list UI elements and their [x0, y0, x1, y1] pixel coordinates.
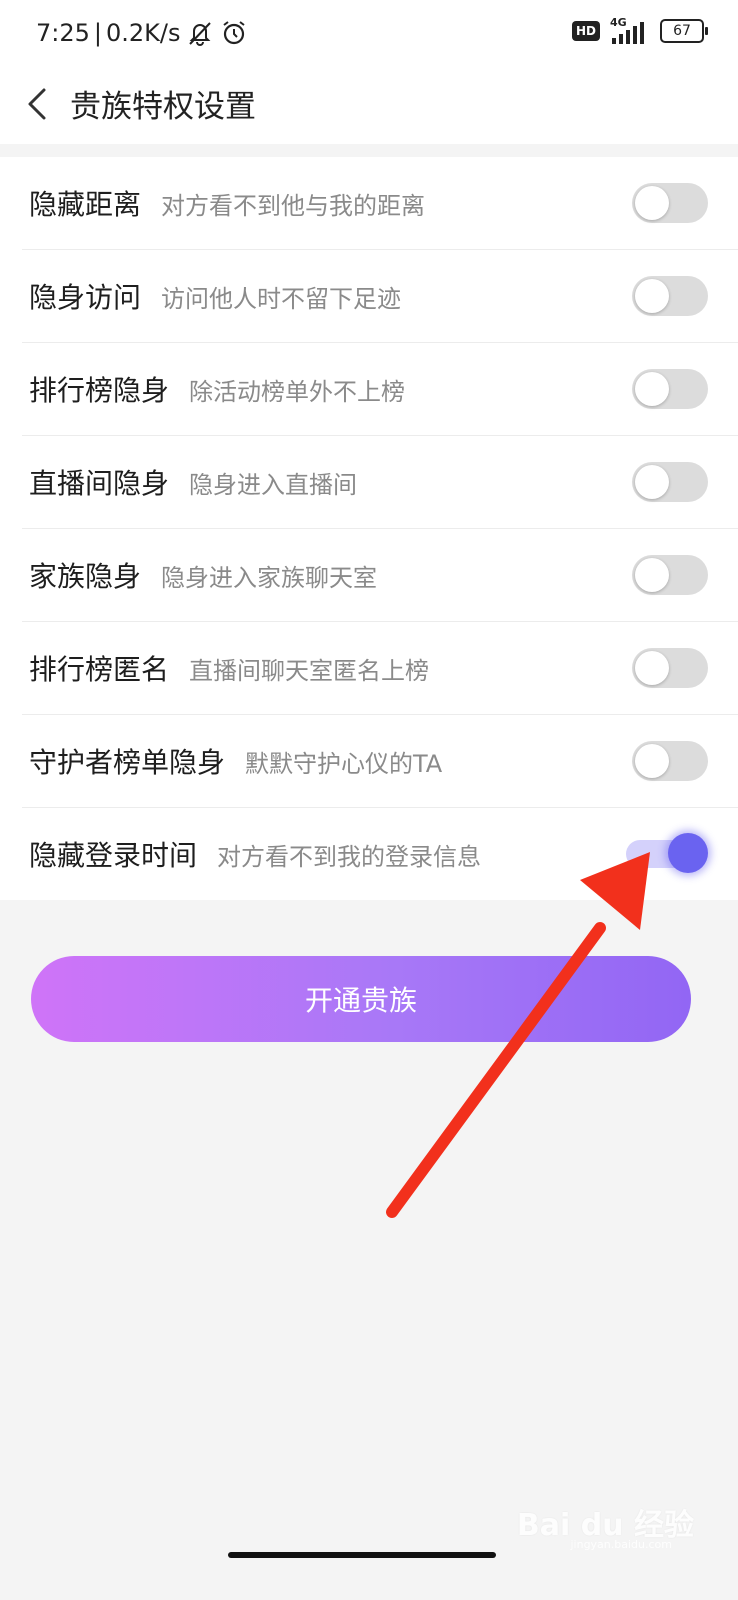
toggle-switch[interactable]: [632, 555, 708, 595]
setting-row: 守护者榜单隐身 默默守护心仪的TA: [22, 715, 738, 808]
setting-description: 直播间聊天室匿名上榜: [189, 656, 430, 685]
watermark-url: jingyan.baidu.com: [570, 1538, 672, 1551]
toggle-knob: [668, 833, 708, 873]
page-title: 贵族特权设置: [70, 89, 256, 125]
setting-description: 除活动榜单外不上榜: [189, 377, 406, 406]
toggle-knob: [635, 186, 669, 220]
chevron-left-icon[interactable]: [20, 82, 60, 126]
battery-icon: 67: [660, 19, 708, 43]
setting-row: 隐身访问 访问他人时不留下足迹: [22, 250, 738, 343]
toggle-knob: [635, 651, 669, 685]
toggle-switch[interactable]: [632, 276, 708, 316]
toggle-knob: [635, 744, 669, 778]
toggle-switch[interactable]: [632, 183, 708, 223]
status-separator: |: [93, 19, 102, 47]
setting-label: 守护者榜单隐身: [29, 746, 226, 779]
setting-label: 隐身访问: [29, 281, 142, 314]
setting-description: 默默守护心仪的TA: [245, 749, 443, 778]
setting-row: 家族隐身 隐身进入家族聊天室: [22, 529, 738, 622]
toggle-knob: [635, 279, 669, 313]
toggle-switch[interactable]: [632, 648, 708, 688]
setting-row: 排行榜匿名 直播间聊天室匿名上榜: [22, 622, 738, 715]
setting-row: 隐藏登录时间 对方看不到我的登录信息: [22, 808, 738, 900]
setting-description: 对方看不到我的登录信息: [217, 842, 482, 871]
signal-icon: 4G: [610, 16, 650, 44]
setting-row: 排行榜隐身 除活动榜单外不上榜: [22, 343, 738, 436]
status-right: HD 4G 67: [571, 16, 708, 44]
battery-level: 67: [673, 23, 691, 39]
toggle-switch[interactable]: [632, 741, 708, 781]
home-indicator[interactable]: [228, 1552, 496, 1558]
setting-row: 隐藏距离 对方看不到他与我的距离: [22, 157, 738, 250]
setting-description: 对方看不到他与我的距离: [161, 191, 426, 220]
alarm-icon: [222, 21, 245, 45]
status-time: 7:25: [36, 19, 90, 47]
setting-label: 排行榜隐身: [29, 374, 170, 407]
setting-label: 隐藏登录时间: [29, 839, 198, 872]
toggle-knob: [635, 465, 669, 499]
toggle-knob: [635, 372, 669, 406]
toggle-switch[interactable]: [632, 369, 708, 409]
hd-badge: HD: [571, 21, 600, 41]
settings-list: 隐藏距离 对方看不到他与我的距离 隐身访问 访问他人时不留下足迹 排行榜隐身 除活动榜…: [0, 157, 738, 900]
setting-description: 隐身进入直播间: [189, 470, 358, 499]
setting-row: 直播间隐身 隐身进入直播间: [22, 436, 738, 529]
activate-nobility-button[interactable]: 开通贵族: [31, 956, 691, 1042]
setting-label: 家族隐身: [29, 560, 142, 593]
mute-icon: [188, 22, 211, 46]
setting-description: 访问他人时不留下足迹: [161, 284, 402, 313]
top-app-bar: 贵族特权设置: [0, 64, 738, 144]
status-speed: 0.2K/s: [106, 19, 181, 47]
setting-label: 排行榜匿名: [29, 653, 170, 686]
status-bar: 7:25 | 0.2K/s HD 4G 67: [0, 0, 738, 64]
toggle-switch-on[interactable]: [626, 833, 708, 873]
toggle-switch[interactable]: [632, 462, 708, 502]
setting-label: 直播间隐身: [29, 467, 170, 500]
setting-description: 隐身进入家族聊天室: [161, 563, 378, 592]
setting-label: 隐藏距离: [29, 188, 142, 221]
toggle-knob: [635, 558, 669, 592]
status-left: 7:25 | 0.2K/s: [36, 18, 249, 48]
